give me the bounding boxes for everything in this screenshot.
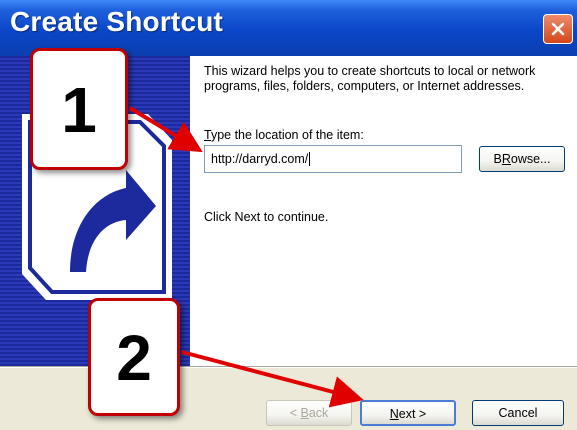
location-label-text: ype the location of the item: — [210, 128, 364, 142]
separator — [0, 366, 577, 368]
next-button-rest: ext > — [398, 407, 427, 421]
wizard-button-bar: < Back Next > Cancel — [0, 366, 577, 430]
browse-button-rest: owse... — [510, 152, 551, 166]
cancel-button[interactable]: Cancel — [472, 400, 564, 426]
step-2-callout: 2 — [88, 298, 180, 416]
next-button-mnemonic: N — [389, 407, 399, 421]
window-title: Create Shortcut — [10, 6, 224, 37]
close-icon — [551, 22, 565, 36]
back-button-mnemonic: B — [300, 406, 309, 420]
browse-button-mnemonic: R — [501, 152, 511, 166]
step-1-callout: 1 — [30, 48, 128, 170]
next-button[interactable]: Next > — [360, 400, 456, 426]
back-button[interactable]: < Back — [266, 400, 352, 426]
create-shortcut-window: Create Shortcut This wizard helps you to… — [0, 0, 577, 430]
intro-text: This wizard helps you to create shortcut… — [204, 64, 536, 93]
location-label: Type the location of the item: — [204, 128, 364, 142]
text-cursor — [309, 152, 311, 166]
continue-text: Click Next to continue. — [204, 210, 329, 224]
location-input[interactable]: http://darryd.com/ — [204, 145, 462, 173]
location-label-mnemonic: T — [204, 128, 211, 142]
back-button-rest: ack — [308, 406, 329, 420]
browse-button-pre: B — [493, 152, 502, 166]
location-input-value: http://darryd.com/ — [211, 152, 309, 166]
back-button-pre: < — [289, 406, 301, 420]
browse-button[interactable]: BRowse... — [479, 146, 565, 172]
close-button[interactable] — [543, 14, 573, 44]
